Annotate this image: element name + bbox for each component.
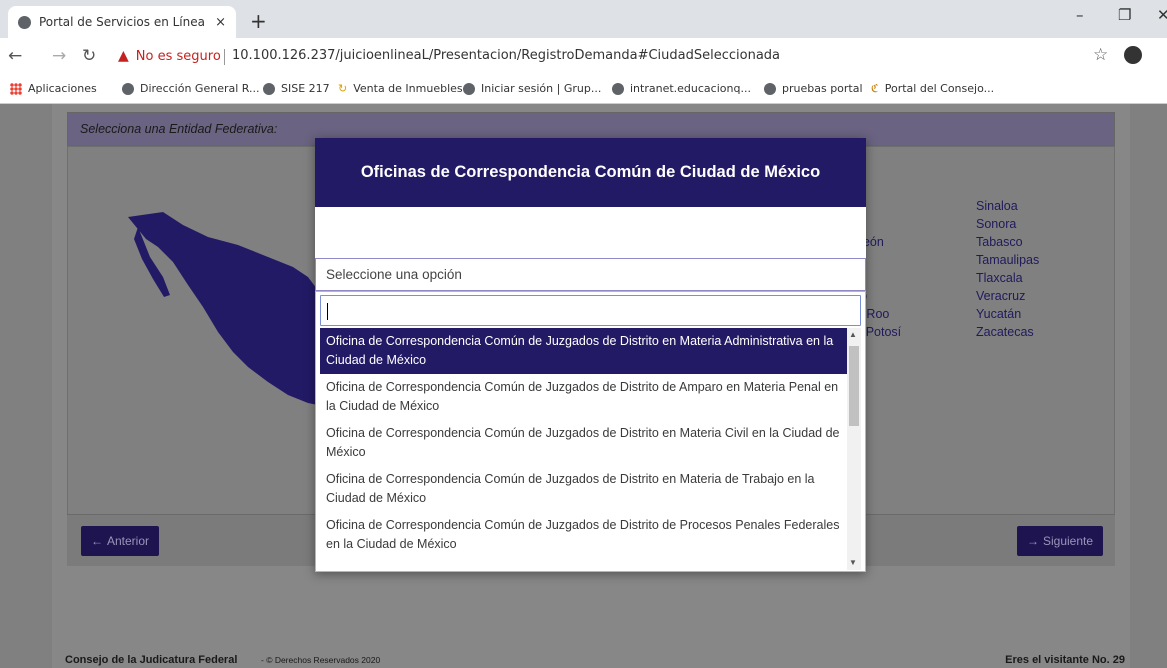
- tab-title: Portal de Servicios en Línea del P: [39, 15, 209, 29]
- bookmark-item[interactable]: ↻ Venta de Inmuebles...: [338, 82, 473, 95]
- cjf-logo-icon: ℭ: [871, 82, 879, 95]
- bookmark-item[interactable]: Dirección General R...: [122, 82, 260, 95]
- bookmark-label: intranet.educacionq...: [630, 82, 751, 95]
- globe-icon: [764, 82, 776, 95]
- bookmark-item[interactable]: intranet.educacionq...: [612, 82, 751, 95]
- bookmark-label: Dirección General R...: [140, 82, 260, 95]
- option-item[interactable]: Oficina de Correspondencia Común de Juzg…: [320, 374, 847, 420]
- bookmark-label: Aplicaciones: [28, 82, 97, 95]
- restore-icon[interactable]: ❐: [1118, 6, 1131, 24]
- next-label: Siguiente: [1043, 534, 1094, 548]
- visitor-counter: Eres el visitante No. 29: [1005, 654, 1125, 666]
- bookmark-item[interactable]: Iniciar sesión | Grup...: [463, 82, 601, 95]
- option-item[interactable]: Oficina de Correspondencia Común de Juzg…: [320, 512, 847, 558]
- dropdown-search-input[interactable]: [320, 295, 861, 326]
- dropdown-scrollbar[interactable]: ▲ ▼: [847, 328, 861, 570]
- browser-chrome: Portal de Servicios en Línea del P × + –…: [0, 0, 1167, 104]
- bookmark-label: Iniciar sesión | Grup...: [481, 82, 602, 95]
- bookmark-apps[interactable]: Aplicaciones: [10, 82, 97, 95]
- option-item[interactable]: Oficina de Correspondencia Común de Juzg…: [320, 466, 847, 512]
- option-item[interactable]: Oficina de Correspondencia Común de Juzg…: [320, 328, 847, 374]
- refresh-icon: ↻: [338, 82, 348, 95]
- footer: Consejo de la Judicatura Federal - © Der…: [52, 652, 1130, 668]
- footer-copyright: - © Derechos Reservados 2020: [261, 655, 381, 665]
- new-tab-button[interactable]: +: [250, 9, 267, 33]
- states-col-right: Sinaloa Sonora Tabasco Tamaulipas Tlaxca…: [976, 197, 1039, 341]
- security-warning[interactable]: ▲ No es seguro: [118, 48, 221, 64]
- globe-icon: [263, 82, 275, 95]
- select-placeholder: Seleccione una opción: [326, 267, 462, 282]
- arrow-left-icon: ←: [91, 534, 103, 548]
- url-text[interactable]: 10.100.126.237/juicioenlineaL/Presentaci…: [232, 48, 780, 63]
- scroll-up-icon[interactable]: ▲: [849, 330, 857, 339]
- previous-label: Anterior: [107, 534, 150, 548]
- bookmarks-bar: Aplicaciones Dirección General R... SISE…: [0, 76, 1167, 104]
- text-caret: [327, 303, 328, 320]
- state-link[interactable]: Sonora: [976, 215, 1039, 233]
- forward-icon[interactable]: →: [52, 46, 66, 66]
- profile-icon[interactable]: [1124, 46, 1142, 64]
- scrollbar-thumb[interactable]: [849, 346, 859, 426]
- reload-icon[interactable]: ↻: [82, 46, 96, 66]
- modal-title: Oficinas de Correspondencia Común de Ciu…: [360, 163, 821, 181]
- bookmark-label: Portal del Consejo...: [884, 82, 995, 95]
- bookmark-item[interactable]: SISE 217: [263, 82, 330, 95]
- minimize-icon[interactable]: –: [1076, 6, 1084, 24]
- close-window-icon[interactable]: ✕: [1157, 6, 1167, 24]
- next-button[interactable]: → Siguiente: [1017, 526, 1104, 556]
- select-dropdown: Oficina de Correspondencia Común de Juzg…: [315, 291, 866, 572]
- bookmark-star-icon[interactable]: ☆: [1093, 45, 1108, 65]
- bookmark-label: pruebas portal: [782, 82, 863, 95]
- warning-icon: ▲: [118, 48, 129, 64]
- office-select[interactable]: Seleccione una opción: [315, 258, 866, 291]
- previous-button[interactable]: ← Anterior: [81, 526, 160, 556]
- browser-tab[interactable]: Portal de Servicios en Línea del P ×: [8, 6, 236, 38]
- footer-org: Consejo de la Judicatura Federal: [65, 654, 238, 666]
- separator: [224, 49, 225, 65]
- option-item[interactable]: Oficina de Correspondencia Común de Juzg…: [320, 420, 847, 466]
- state-link[interactable]: Tlaxcala: [976, 269, 1039, 287]
- scroll-down-icon[interactable]: ▼: [849, 558, 857, 567]
- select-state-label: Selecciona una Entidad Federativa:: [80, 122, 278, 136]
- modal-header: Oficinas de Correspondencia Común de Ciu…: [315, 138, 866, 207]
- close-tab-icon[interactable]: ×: [215, 15, 226, 30]
- bookmark-item[interactable]: ℭ Portal del Consejo...: [871, 82, 994, 95]
- tab-strip: Portal de Servicios en Línea del P × + –…: [0, 0, 1167, 38]
- state-link[interactable]: Zacatecas: [976, 323, 1039, 341]
- back-icon[interactable]: ←: [8, 46, 22, 66]
- options-list: Oficina de Correspondencia Común de Juzg…: [320, 328, 847, 570]
- globe-icon: [122, 82, 134, 95]
- arrow-right-icon: →: [1027, 534, 1039, 548]
- bookmark-label: Venta de Inmuebles...: [353, 82, 474, 95]
- globe-icon: [18, 15, 31, 29]
- offices-modal: Oficinas de Correspondencia Común de Ciu…: [315, 138, 866, 572]
- state-link[interactable]: Tabasco: [976, 233, 1039, 251]
- security-label: No es seguro: [135, 48, 221, 64]
- state-link[interactable]: Sinaloa: [976, 197, 1039, 215]
- globe-icon: [612, 82, 624, 95]
- apps-grid-icon: [10, 82, 22, 95]
- state-link[interactable]: Veracruz: [976, 287, 1039, 305]
- state-link[interactable]: Yucatán: [976, 305, 1039, 323]
- state-link[interactable]: Tamaulipas: [976, 251, 1039, 269]
- bookmark-label: SISE 217: [281, 82, 330, 95]
- bookmark-item[interactable]: pruebas portal: [764, 82, 863, 95]
- globe-icon: [463, 82, 475, 95]
- address-bar: ← → ↻ ▲ No es seguro 10.100.126.237/juic…: [0, 38, 1167, 76]
